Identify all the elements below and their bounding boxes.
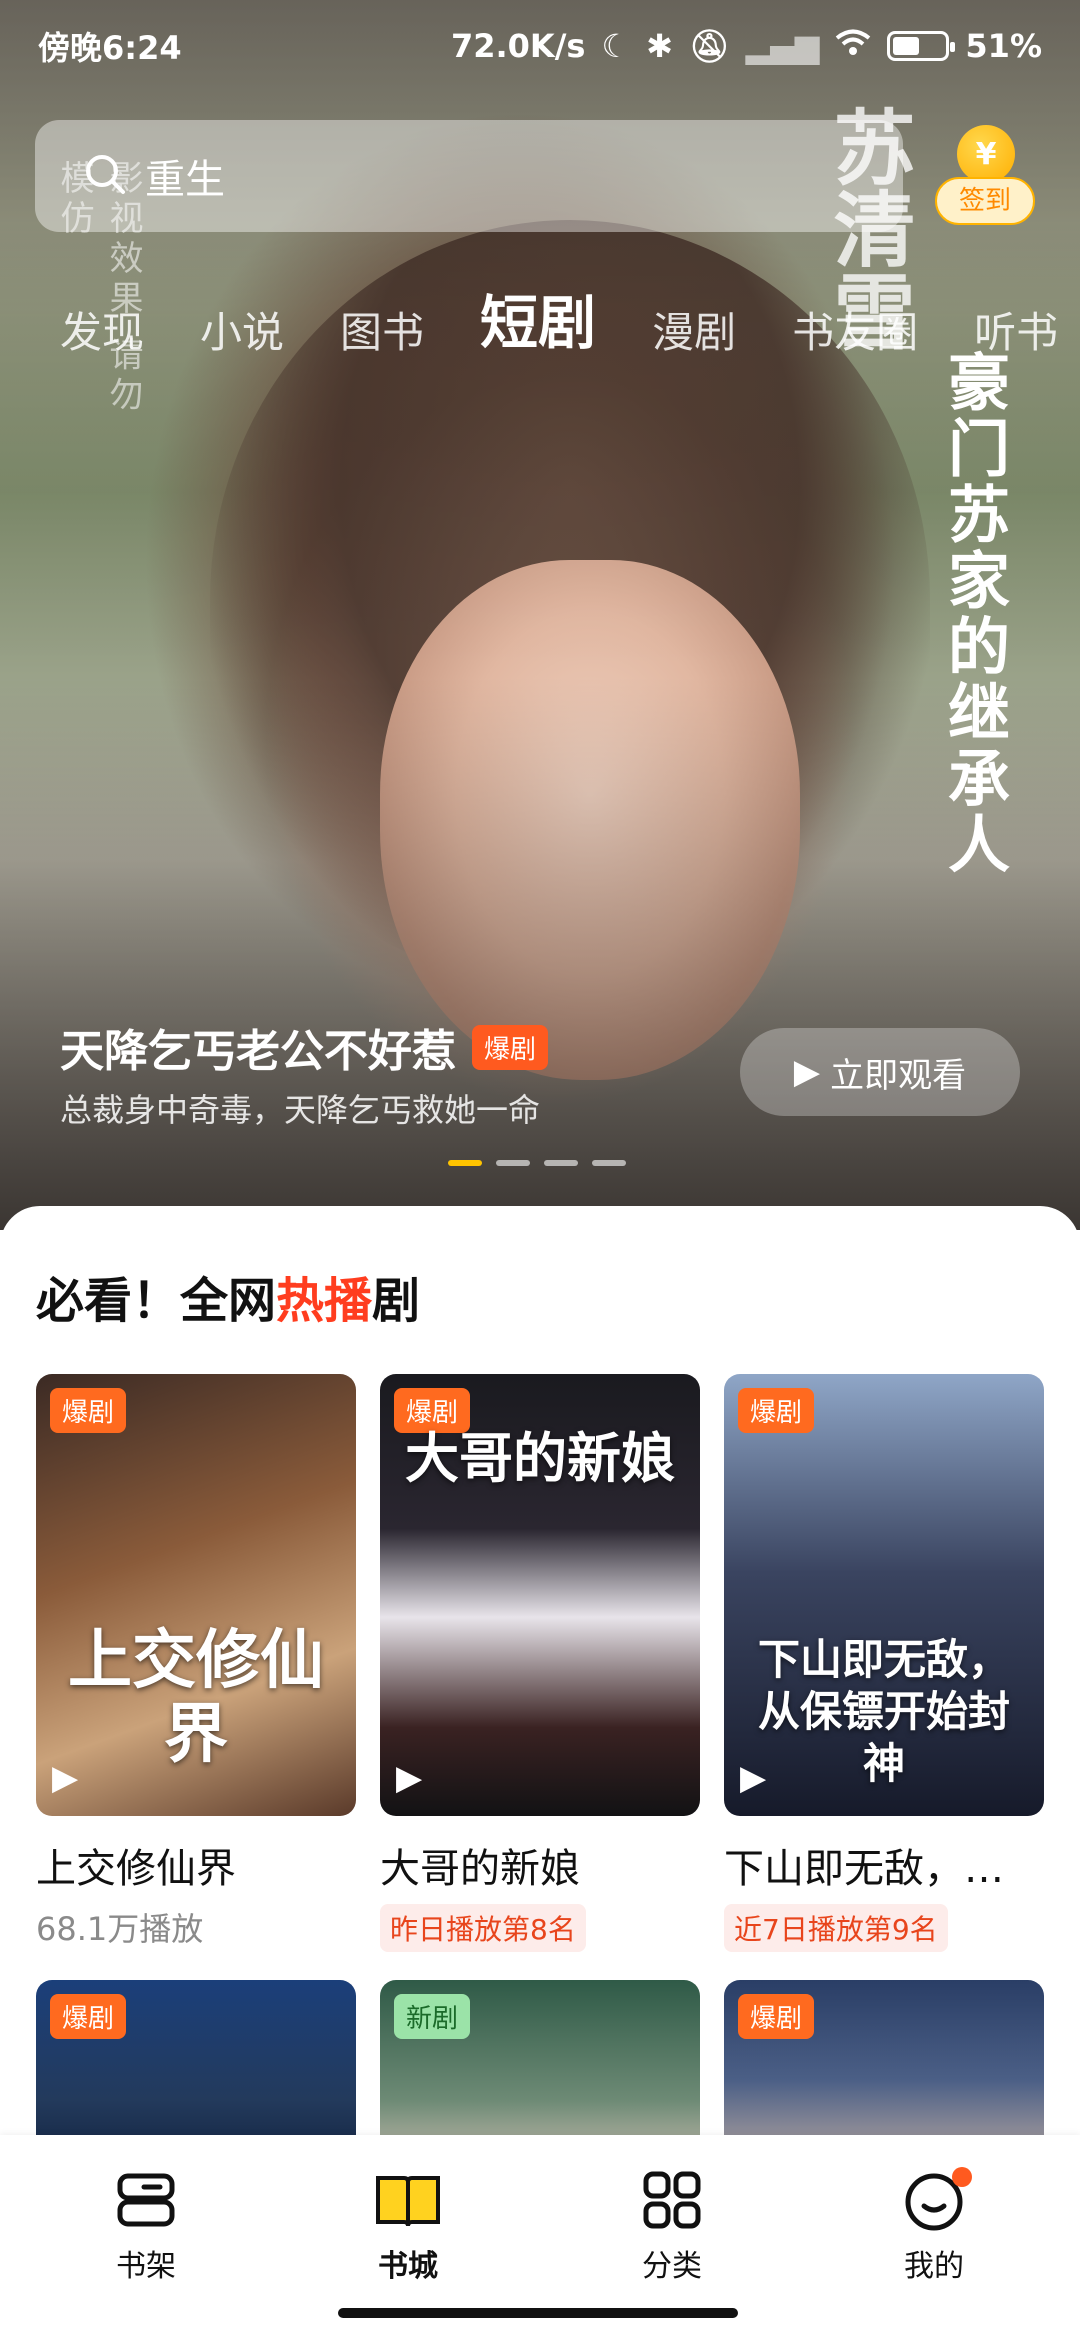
hero-subtitle: 总裁身中奇毒，天降乞丐救她一命 <box>60 1091 541 1129</box>
carousel-dot <box>496 1160 530 1166</box>
cover-badge: 新剧 <box>394 1994 471 2039</box>
home-indicator[interactable] <box>338 2308 738 2318</box>
content-sheet: 必看！全网热播剧 爆剧 上交修仙界 ▶ 上交修仙界 68.1万播放 爆剧 大哥的… <box>0 1206 1080 2206</box>
carousel-indicator <box>448 1160 626 1166</box>
carousel-dot <box>544 1160 578 1166</box>
nav-profile[interactable]: 我的 <box>854 2165 1014 2285</box>
wifi-icon <box>835 27 871 65</box>
hero-badge: 爆剧 <box>472 1024 549 1070</box>
battery-percent: 51% <box>965 27 1042 65</box>
bookshelf-icon <box>66 2165 226 2235</box>
tab-audiobook[interactable]: 听书 <box>974 299 1058 360</box>
rank-badge: 近7日播放第9名 <box>724 1904 948 1952</box>
status-bar: 傍晚6:24 72.0K/s ☾ ✱ 🔕︎ ▂▄▆ 51% <box>0 0 1080 92</box>
carousel-dot <box>592 1160 626 1166</box>
cover-badge: 爆剧 <box>738 1994 815 2039</box>
drama-name[interactable]: 大哥的新娘 <box>380 1836 700 1894</box>
drama-cover[interactable]: 爆剧 大哥的新娘 ▶ <box>380 1374 700 1816</box>
signal-icon: ▂▄▆ <box>745 27 820 65</box>
drama-cover[interactable]: 爆剧 下山即无敌，从保镖开始封神 ▶ <box>724 1374 1044 1816</box>
signin-button[interactable]: ¥ 签到 <box>935 125 1035 235</box>
nav-label: 我的 <box>904 2249 964 2284</box>
rank-badge: 昨日播放第8名 <box>380 1904 586 1952</box>
bluetooth-icon: ✱ <box>646 27 673 65</box>
watch-now-label: 立即观看 <box>830 1055 967 1096</box>
cover-title: 下山即无敌，从保镖开始封神 <box>757 1635 1010 1788</box>
profile-icon <box>854 2165 1014 2235</box>
tab-novel[interactable]: 小说 <box>200 299 284 360</box>
tab-short-drama[interactable]: 短剧 <box>480 276 596 370</box>
notification-dot <box>952 2167 972 2187</box>
watch-now-button[interactable]: ▶ 立即观看 <box>740 1028 1020 1116</box>
status-icons: 72.0K/s ☾ ✱ 🔕︎ ▂▄▆ 51% <box>451 27 1042 65</box>
mute-icon: 🔕︎ <box>688 27 730 65</box>
hero-title[interactable]: 天降乞丐老公不好惹 <box>60 1015 456 1079</box>
hero-title-row: 天降乞丐老公不好惹 爆剧 <box>60 1015 549 1079</box>
drama-cover[interactable]: 爆剧 上交修仙界 ▶ <box>36 1374 356 1816</box>
drama-card[interactable]: 爆剧 下山即无敌，从保镖开始封神 ▶ 下山即无敌，… 近7日播放第9名 <box>724 1374 1044 1952</box>
nav-label: 书架 <box>116 2249 176 2284</box>
section-title-hot: 热播 <box>276 1273 373 1329</box>
cover-badge: 爆剧 <box>50 1388 127 1433</box>
drama-name[interactable]: 下山即无敌，… <box>724 1836 1044 1894</box>
play-icon: ▶ <box>740 1758 767 1798</box>
drama-name[interactable]: 上交修仙界 <box>36 1836 356 1894</box>
coin-icon: ¥ <box>957 125 1015 183</box>
network-speed: 72.0K/s <box>450 27 586 65</box>
drama-card[interactable]: 爆剧 大哥的新娘 ▶ 大哥的新娘 昨日播放第8名 <box>380 1374 700 1952</box>
play-icon: ▶ <box>793 1052 821 1092</box>
status-time: 傍晚6:24 <box>38 29 182 67</box>
search-query[interactable]: 重生 <box>145 147 225 205</box>
cover-badge: 爆剧 <box>738 1388 815 1433</box>
tab-books[interactable]: 图书 <box>340 299 424 360</box>
carousel-dot <box>448 1160 482 1166</box>
nav-category[interactable]: 分类 <box>592 2165 752 2285</box>
tab-book-friends[interactable]: 书友圈 <box>792 299 918 360</box>
bookstore-icon <box>328 2165 488 2235</box>
battery-icon <box>887 31 956 61</box>
nav-label: 书城 <box>378 2249 438 2284</box>
battery-fill <box>893 37 920 55</box>
tab-comic-drama[interactable]: 漫剧 <box>652 299 736 360</box>
play-icon: ▶ <box>396 1758 423 1798</box>
poster-character-role: 豪门苏家的继承人 <box>937 350 1010 878</box>
play-count: 68.1万播放 <box>36 1910 204 1948</box>
cover-title: 上交修仙界 <box>68 1623 324 1772</box>
section-title-suffix: 剧 <box>372 1273 421 1329</box>
category-tabs: 发现 小说 图书 短剧 漫剧 书友圈 听书 <box>60 280 1080 370</box>
cover-title: 大哥的新娘 <box>405 1426 675 1490</box>
category-icon <box>592 2165 752 2235</box>
signin-label: 签到 <box>935 177 1035 225</box>
play-icon: ▶ <box>52 1758 79 1798</box>
cover-badge: 爆剧 <box>50 1994 127 2039</box>
section-title-prefix: 必看！全网 <box>36 1273 277 1329</box>
nav-bookstore[interactable]: 书城 <box>328 2165 488 2285</box>
drama-card[interactable]: 爆剧 上交修仙界 ▶ 上交修仙界 68.1万播放 <box>36 1374 356 1950</box>
app-screen: 影视效果 请勿模仿 苏清雪 豪门苏家的继承人 傍晚6:24 72.0K/s ☾ … <box>0 0 1080 2340</box>
search-icon <box>83 152 127 200</box>
search-bar[interactable]: 重生 <box>35 120 903 232</box>
section-title: 必看！全网热播剧 <box>36 1261 420 1331</box>
moon-icon: ☾ <box>601 27 631 65</box>
nav-bookshelf[interactable]: 书架 <box>66 2165 226 2285</box>
tab-discover[interactable]: 发现 <box>60 299 144 360</box>
nav-label: 分类 <box>642 2249 702 2284</box>
